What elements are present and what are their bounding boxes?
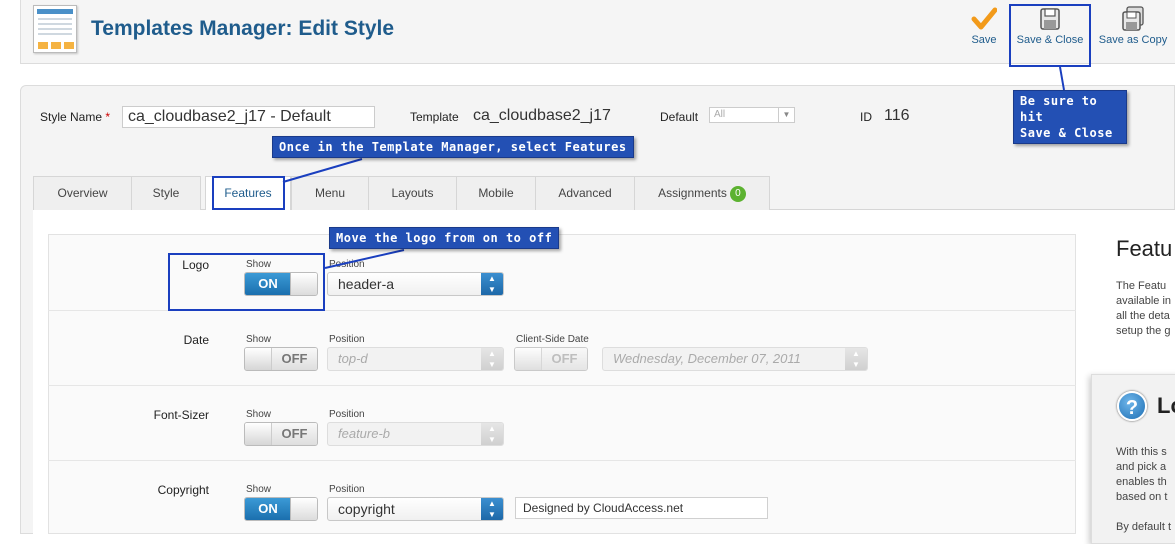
help-line: all the deta [1116, 310, 1170, 322]
chevron-down-icon: ▼ [778, 108, 794, 122]
assignments-count-badge: 0 [729, 185, 746, 202]
copyright-show-label: Show [246, 484, 272, 495]
date-show-label: Show [246, 334, 272, 345]
logo-help-title: Lo [1157, 393, 1175, 418]
toggle-off-label: OFF [271, 423, 317, 445]
toggle-on-label: ON [245, 498, 291, 520]
save-close-callout: Be sure to hit Save & Close [1013, 90, 1127, 144]
logo-position-label: Position [329, 259, 365, 270]
template-value: ca_cloudbase2_j17 [473, 107, 611, 124]
font-sizer-position-select[interactable]: feature-b ▲ ▼ [327, 422, 504, 446]
save-as-copy-label: Save as Copy [1098, 34, 1168, 46]
id-value: 116 [884, 107, 910, 124]
row-label-date: Date [183, 333, 209, 347]
floppy-disks-icon [1120, 6, 1146, 32]
tab-advanced[interactable]: Advanced [535, 176, 635, 210]
row-label-font-sizer: Font-Sizer [153, 408, 209, 422]
logo-help-line: and pick a [1116, 461, 1167, 473]
toggle-off-label: OFF [541, 348, 587, 370]
toggle-off-label: OFF [271, 348, 317, 370]
features-tab-highlight [212, 176, 285, 210]
help-title: Featu [1116, 236, 1173, 261]
copyright-position-select[interactable]: copyright ▲ ▼ [327, 497, 504, 521]
tab-layouts[interactable]: Layouts [368, 176, 457, 210]
date-format-select[interactable]: Wednesday, December 07, 2011 ▲ ▼ [602, 347, 868, 371]
tab-menu[interactable]: Menu [291, 176, 369, 210]
save-button[interactable]: Save [961, 6, 1007, 46]
tab-assignments[interactable]: Assignments 0 [634, 176, 770, 210]
client-side-date-label: Client-Side Date [516, 334, 589, 345]
font-sizer-show-label: Show [246, 409, 272, 420]
question-icon: ? [1117, 391, 1147, 421]
select-arrows-icon: ▲ ▼ [845, 348, 867, 370]
client-side-date-toggle[interactable]: OFF [514, 347, 588, 371]
page-title: Templates Manager: Edit Style [91, 17, 395, 40]
copyright-position-label: Position [329, 484, 365, 495]
select-arrows-icon: ▲ ▼ [481, 423, 503, 445]
save-label: Save [971, 34, 997, 46]
tab-mobile[interactable]: Mobile [456, 176, 536, 210]
font-sizer-position-label: Position [329, 409, 365, 420]
toolbar-header: Templates Manager: Edit Style Save Save … [20, 0, 1175, 64]
help-line: setup the g [1116, 325, 1171, 337]
logo-help-line: based on t [1116, 491, 1168, 503]
templates-manager-icon [33, 5, 77, 53]
tab-assignments-label: Assignments [658, 186, 727, 200]
date-show-toggle[interactable]: OFF [244, 347, 318, 371]
tab-style[interactable]: Style [131, 176, 201, 210]
select-arrows-icon: ▲ ▼ [481, 273, 503, 295]
tab-bar: Overview Style Features Menu Layouts Mob… [33, 176, 1175, 211]
date-position-label: Position [329, 334, 365, 345]
logo-help-line: By default t [1116, 521, 1172, 533]
features-callout: Once in the Template Manager, select Fea… [272, 136, 634, 158]
logo-row-highlight [168, 253, 325, 311]
default-label: Default [660, 110, 699, 124]
copyright-show-toggle[interactable]: ON [244, 497, 318, 521]
help-line: available in [1116, 295, 1172, 307]
select-arrows-icon: ▲ ▼ [481, 498, 503, 520]
default-select[interactable]: All ▼ [709, 107, 795, 123]
row-label-copyright: Copyright [157, 483, 209, 497]
select-arrows-icon: ▲ ▼ [481, 348, 503, 370]
logo-position-select[interactable]: header-a ▲ ▼ [327, 272, 504, 296]
tab-overview[interactable]: Overview [33, 176, 132, 210]
logo-help-line: With this s [1116, 446, 1167, 458]
logo-help-line: enables th [1116, 476, 1167, 488]
copyright-text-input[interactable]: Designed by CloudAccess.net [515, 497, 768, 519]
date-position-select[interactable]: top-d ▲ ▼ [327, 347, 504, 371]
id-label: ID [860, 110, 872, 124]
logo-callout: Move the logo from on to off [329, 227, 560, 249]
help-line: The Featu [1116, 280, 1167, 292]
save-as-copy-button[interactable]: Save as Copy [1095, 6, 1171, 46]
style-name-label: Style Name * [40, 110, 111, 124]
save-close-highlight [1009, 4, 1091, 67]
font-sizer-show-toggle[interactable]: OFF [244, 422, 318, 446]
style-name-input[interactable]: ca_cloudbase2_j17 - Default [122, 106, 375, 128]
checkmark-icon [971, 6, 998, 32]
template-label: Template [410, 110, 459, 124]
